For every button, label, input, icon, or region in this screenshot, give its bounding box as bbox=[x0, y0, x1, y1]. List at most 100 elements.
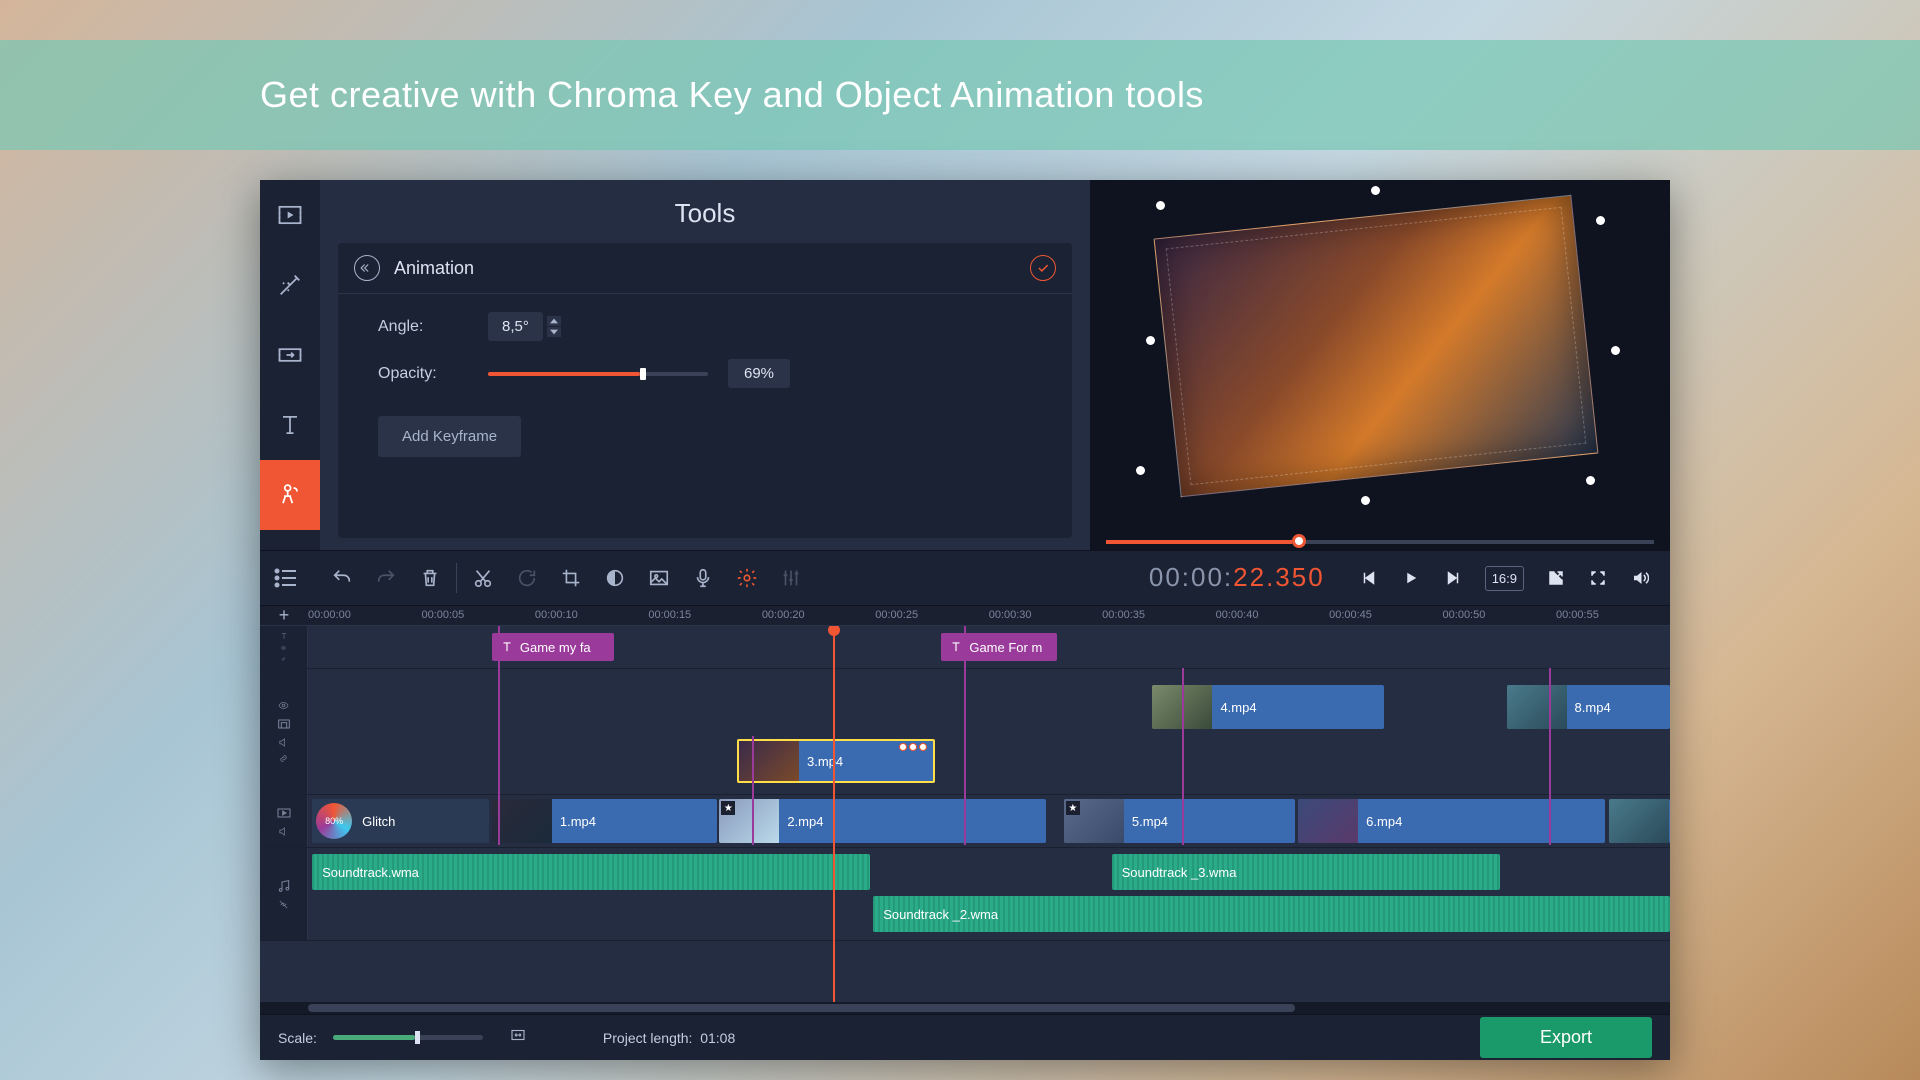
cut-button[interactable] bbox=[461, 556, 505, 600]
scale-label: Scale: bbox=[278, 1030, 317, 1046]
transform-handle[interactable] bbox=[1611, 346, 1620, 355]
panel-section-title: Animation bbox=[394, 258, 1030, 279]
timeline-scrollbar[interactable] bbox=[260, 1002, 1670, 1014]
image-button[interactable] bbox=[637, 556, 681, 600]
animation-panel: Animation Angle: 8,5° Opacity: bbox=[338, 243, 1072, 538]
link-icon[interactable] bbox=[278, 656, 289, 662]
audio-track-content[interactable]: Soundtrack.wma Soundtrack _3.wma Soundtrac… bbox=[308, 848, 1670, 940]
opacity-value[interactable]: 69% bbox=[728, 359, 790, 388]
preview-area bbox=[1090, 180, 1670, 550]
opacity-slider[interactable] bbox=[488, 372, 708, 376]
preview-seekbar[interactable] bbox=[1106, 540, 1654, 544]
effect-clip[interactable]: 80%Glitch bbox=[312, 799, 489, 843]
ruler-tick: 00:00:20 bbox=[762, 609, 805, 621]
transform-handle[interactable] bbox=[1146, 336, 1155, 345]
mute-icon[interactable] bbox=[278, 826, 289, 837]
back-button[interactable] bbox=[354, 255, 380, 281]
overlay-clip[interactable]: 8.mp4 bbox=[1507, 685, 1670, 729]
aspect-ratio-button[interactable]: 16:9 bbox=[1485, 566, 1524, 591]
overlay-clip[interactable]: 3.mp4 bbox=[737, 739, 934, 783]
promo-headline: Get creative with Chroma Key and Object … bbox=[260, 74, 1204, 116]
mute-icon[interactable] bbox=[278, 737, 289, 748]
visibility-icon[interactable] bbox=[278, 645, 289, 651]
tools-panel: Tools Animation Angle: 8,5° bbox=[320, 180, 1090, 550]
video-editor-window: Tools Animation Angle: 8,5° bbox=[260, 180, 1670, 1060]
text-track-head[interactable] bbox=[260, 626, 308, 668]
next-frame-button[interactable] bbox=[1435, 560, 1471, 596]
timeline-ruler[interactable]: + 00:00:0000:00:0500:00:1000:00:1500:00:… bbox=[260, 606, 1670, 626]
video-track-content[interactable]: 80%Glitch1.mp4★2.mp4 ★5.mp46.mp4 bbox=[308, 795, 1670, 847]
tool-transitions[interactable] bbox=[260, 320, 320, 390]
overlay-track-content[interactable]: 3.mp4 4.mp4 8.mp4 bbox=[308, 669, 1670, 794]
audio-track-head[interactable] bbox=[260, 848, 308, 940]
tool-media[interactable] bbox=[260, 180, 320, 250]
video-clip[interactable]: 1.mp4 bbox=[492, 799, 717, 843]
transform-handle[interactable] bbox=[1136, 466, 1145, 475]
color-button[interactable] bbox=[593, 556, 637, 600]
audio-clip[interactable]: Soundtrack _3.wma bbox=[1112, 854, 1500, 890]
popout-button[interactable] bbox=[1538, 560, 1574, 596]
ruler-tick: 00:00:30 bbox=[989, 609, 1032, 621]
transform-handle[interactable] bbox=[1586, 476, 1595, 485]
angle-spinner[interactable] bbox=[547, 316, 561, 337]
add-track-button[interactable]: + bbox=[260, 606, 308, 626]
angle-row: Angle: 8,5° bbox=[378, 312, 1032, 341]
tool-animation[interactable] bbox=[260, 460, 320, 530]
tool-titles[interactable] bbox=[260, 390, 320, 460]
mic-button[interactable] bbox=[681, 556, 725, 600]
unlink-icon[interactable] bbox=[278, 899, 289, 910]
seek-thumb[interactable] bbox=[1292, 534, 1306, 548]
delete-button[interactable] bbox=[408, 556, 452, 600]
rotate-button[interactable] bbox=[505, 556, 549, 600]
ruler-tick: 00:00:15 bbox=[648, 609, 691, 621]
transform-handle[interactable] bbox=[1371, 186, 1380, 195]
text-clip[interactable]: Game my fa bbox=[492, 633, 615, 661]
overlay-track-head[interactable] bbox=[260, 669, 308, 794]
apply-button[interactable] bbox=[1030, 255, 1056, 281]
overlay-track: 3.mp4 4.mp4 8.mp4 bbox=[260, 669, 1670, 795]
timeline: Game my fa Game For m 3.mp4 4.mp4 8.mp4 80%… bbox=[260, 626, 1670, 1002]
audio-clip[interactable]: Soundtrack.wma bbox=[312, 854, 870, 890]
opacity-row: Opacity: 69% bbox=[378, 359, 1032, 388]
export-button[interactable]: Export bbox=[1480, 1017, 1652, 1058]
preview-frame[interactable] bbox=[1154, 195, 1599, 497]
preview-canvas[interactable] bbox=[1106, 196, 1654, 506]
volume-button[interactable] bbox=[1622, 560, 1658, 596]
transform-handle[interactable] bbox=[1156, 201, 1165, 210]
add-keyframe-button[interactable]: Add Keyframe bbox=[378, 416, 521, 457]
prev-frame-button[interactable] bbox=[1351, 560, 1387, 596]
text-clip[interactable]: Game For m bbox=[941, 633, 1057, 661]
zoom-slider[interactable] bbox=[333, 1035, 483, 1040]
clip-properties-button[interactable] bbox=[725, 556, 769, 600]
transform-handle[interactable] bbox=[1596, 216, 1605, 225]
ruler-tick: 00:00:35 bbox=[1102, 609, 1145, 621]
promo-banner: Get creative with Chroma Key and Object … bbox=[0, 40, 1920, 150]
fullscreen-button[interactable] bbox=[1580, 560, 1616, 596]
angle-down[interactable] bbox=[547, 327, 561, 337]
play-button stop-button[interactable] bbox=[1393, 560, 1429, 596]
video-track-head[interactable] bbox=[260, 795, 308, 847]
video-clip[interactable]: ★2.mp4 bbox=[719, 799, 1046, 843]
audio-clip[interactable]: Soundtrack _2.wma bbox=[873, 896, 1670, 932]
ruler-ticks[interactable]: 00:00:0000:00:0500:00:1000:00:1500:00:20… bbox=[308, 606, 1670, 625]
tool-filters[interactable] bbox=[260, 250, 320, 320]
angle-up[interactable] bbox=[547, 316, 561, 326]
transform-handle[interactable] bbox=[1361, 496, 1370, 505]
timeline-view-button[interactable] bbox=[260, 556, 312, 600]
crop-button[interactable] bbox=[549, 556, 593, 600]
video-clip[interactable]: ★5.mp4 bbox=[1064, 799, 1296, 843]
toolbar: 00:00:22.350 16:9 bbox=[260, 550, 1670, 606]
video-clip[interactable]: 6.mp4 bbox=[1298, 799, 1604, 843]
redo-button[interactable] bbox=[364, 556, 408, 600]
undo-button[interactable] bbox=[320, 556, 364, 600]
text-track-content[interactable]: Game my fa Game For m bbox=[308, 626, 1670, 668]
panel-header: Animation bbox=[338, 243, 1072, 294]
overlay-clip[interactable]: 4.mp4 bbox=[1152, 685, 1384, 729]
fit-zoom-button[interactable] bbox=[509, 1026, 527, 1049]
ruler-tick: 00:00:40 bbox=[1216, 609, 1259, 621]
visibility-icon[interactable] bbox=[278, 700, 289, 711]
angle-input[interactable]: 8,5° bbox=[488, 312, 543, 341]
link-icon[interactable] bbox=[278, 753, 289, 764]
equalizer-button[interactable] bbox=[769, 556, 813, 600]
video-clip[interactable] bbox=[1609, 799, 1670, 843]
